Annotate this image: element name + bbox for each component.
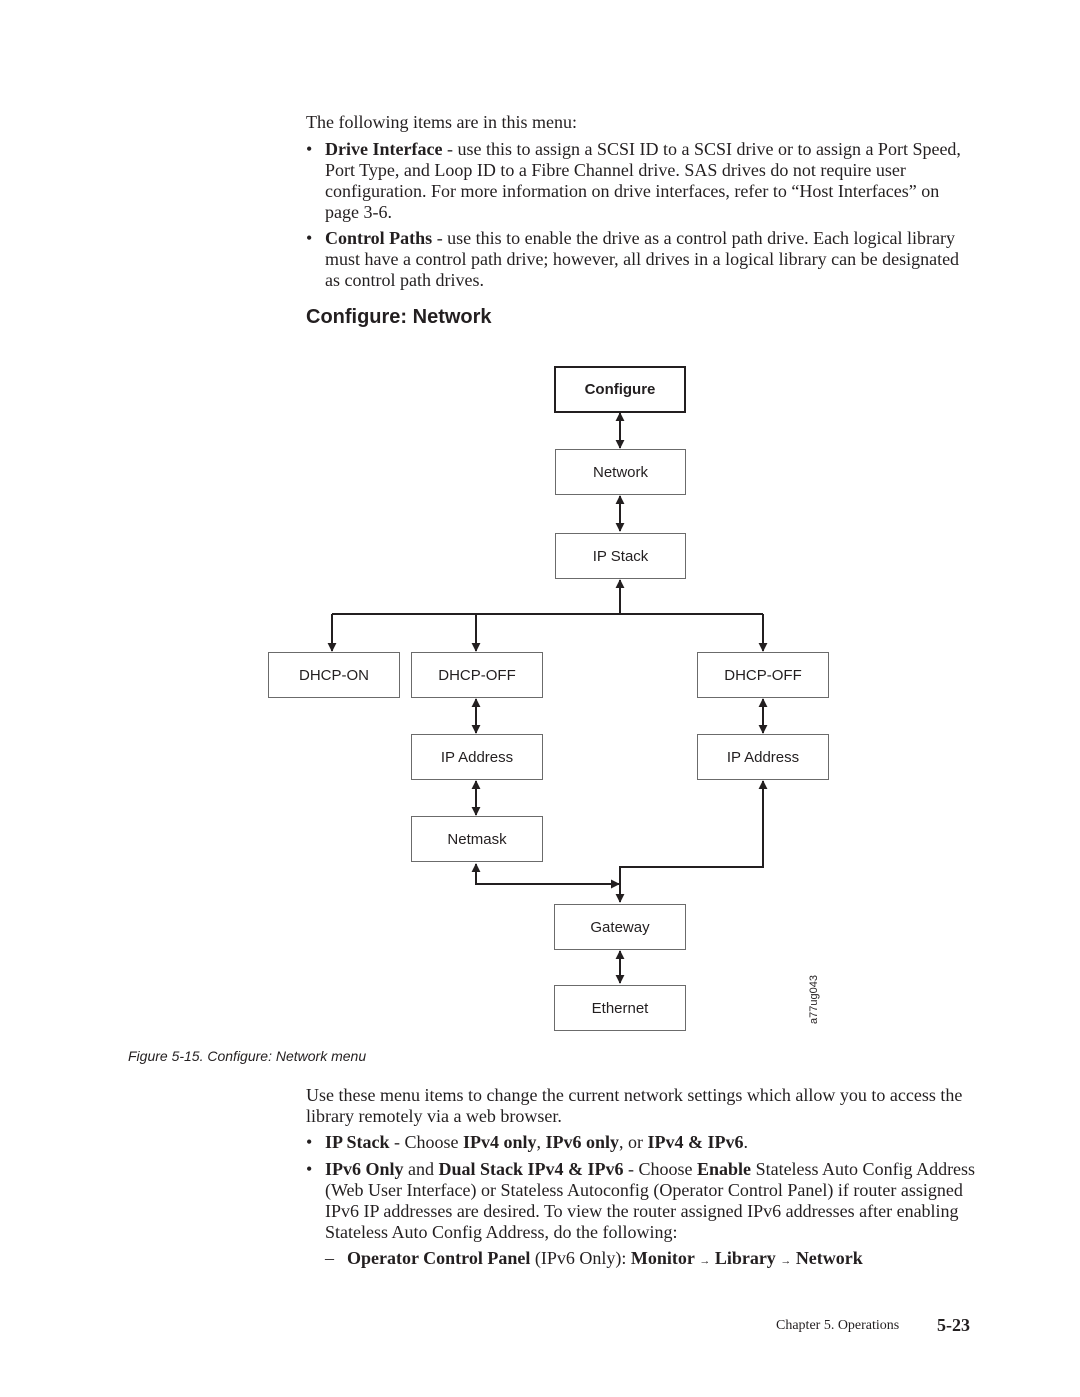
connector-ipaddr-right-gateway xyxy=(615,780,768,903)
node-gateway: Gateway xyxy=(554,904,686,950)
arrow-right-icon: → xyxy=(699,1255,711,1267)
node-ip-stack: IP Stack xyxy=(555,533,686,579)
node-dhcp-off-right: DHCP-OFF xyxy=(697,652,829,698)
node-ethernet: Ethernet xyxy=(554,985,686,1031)
node-ip-address-left: IP Address xyxy=(411,734,543,780)
figure-id: a77ug043 xyxy=(808,975,820,1024)
node-netmask: Netmask xyxy=(411,816,543,862)
path-network: Network xyxy=(795,1248,863,1268)
text: and xyxy=(403,1159,439,1179)
text: - Choose xyxy=(623,1159,698,1179)
enable-term: Enable xyxy=(697,1159,752,1179)
node-network: Network xyxy=(555,449,686,495)
option-ipv4-only: IPv4 only xyxy=(463,1132,537,1152)
page-number: 5-23 xyxy=(937,1315,970,1335)
term: IPv6 Only xyxy=(325,1159,404,1179)
path-library: Library xyxy=(714,1248,776,1268)
usage-paragraph: Use these menu items to change the curre… xyxy=(306,1085,963,1126)
node-configure: Configure xyxy=(554,366,686,413)
text: (IPv6 Only): xyxy=(530,1248,631,1268)
path-monitor: Monitor xyxy=(630,1248,695,1268)
node-ip-address-right: IP Address xyxy=(697,734,829,780)
term: IP Stack xyxy=(325,1132,390,1152)
text: . xyxy=(743,1132,749,1152)
bullet-icon: • xyxy=(306,1159,313,1179)
footer-chapter: Chapter 5. Operations xyxy=(776,1318,900,1333)
option-ipv4-ipv6: IPv4 & IPv6 xyxy=(647,1132,744,1152)
arrow-right-icon: → xyxy=(780,1255,792,1267)
bullet-icon: • xyxy=(306,1132,313,1152)
text: , or xyxy=(619,1132,648,1152)
figure-caption: Figure 5-15. Configure: Network menu xyxy=(128,1048,367,1064)
dash-icon: – xyxy=(325,1248,334,1268)
sub-item-operator-panel: – Operator Control Panel (IPv6 Only): Mo… xyxy=(325,1248,975,1272)
text: , xyxy=(536,1132,546,1152)
term: Operator Control Panel xyxy=(347,1248,531,1268)
list-item-ip-stack: • IP Stack - Choose IPv4 only, IPv6 only… xyxy=(306,1132,976,1153)
list-item-ipv6: • IPv6 Only and Dual Stack IPv4 & IPv6 -… xyxy=(306,1159,976,1243)
text: - Choose xyxy=(389,1132,464,1152)
option-ipv6-only: IPv6 only xyxy=(545,1132,620,1152)
connector-netmask-gateway xyxy=(471,863,620,889)
term: Dual Stack IPv4 & IPv6 xyxy=(438,1159,624,1179)
node-dhcp-on: DHCP-ON xyxy=(268,652,400,698)
node-dhcp-off-left: DHCP-OFF xyxy=(411,652,543,698)
